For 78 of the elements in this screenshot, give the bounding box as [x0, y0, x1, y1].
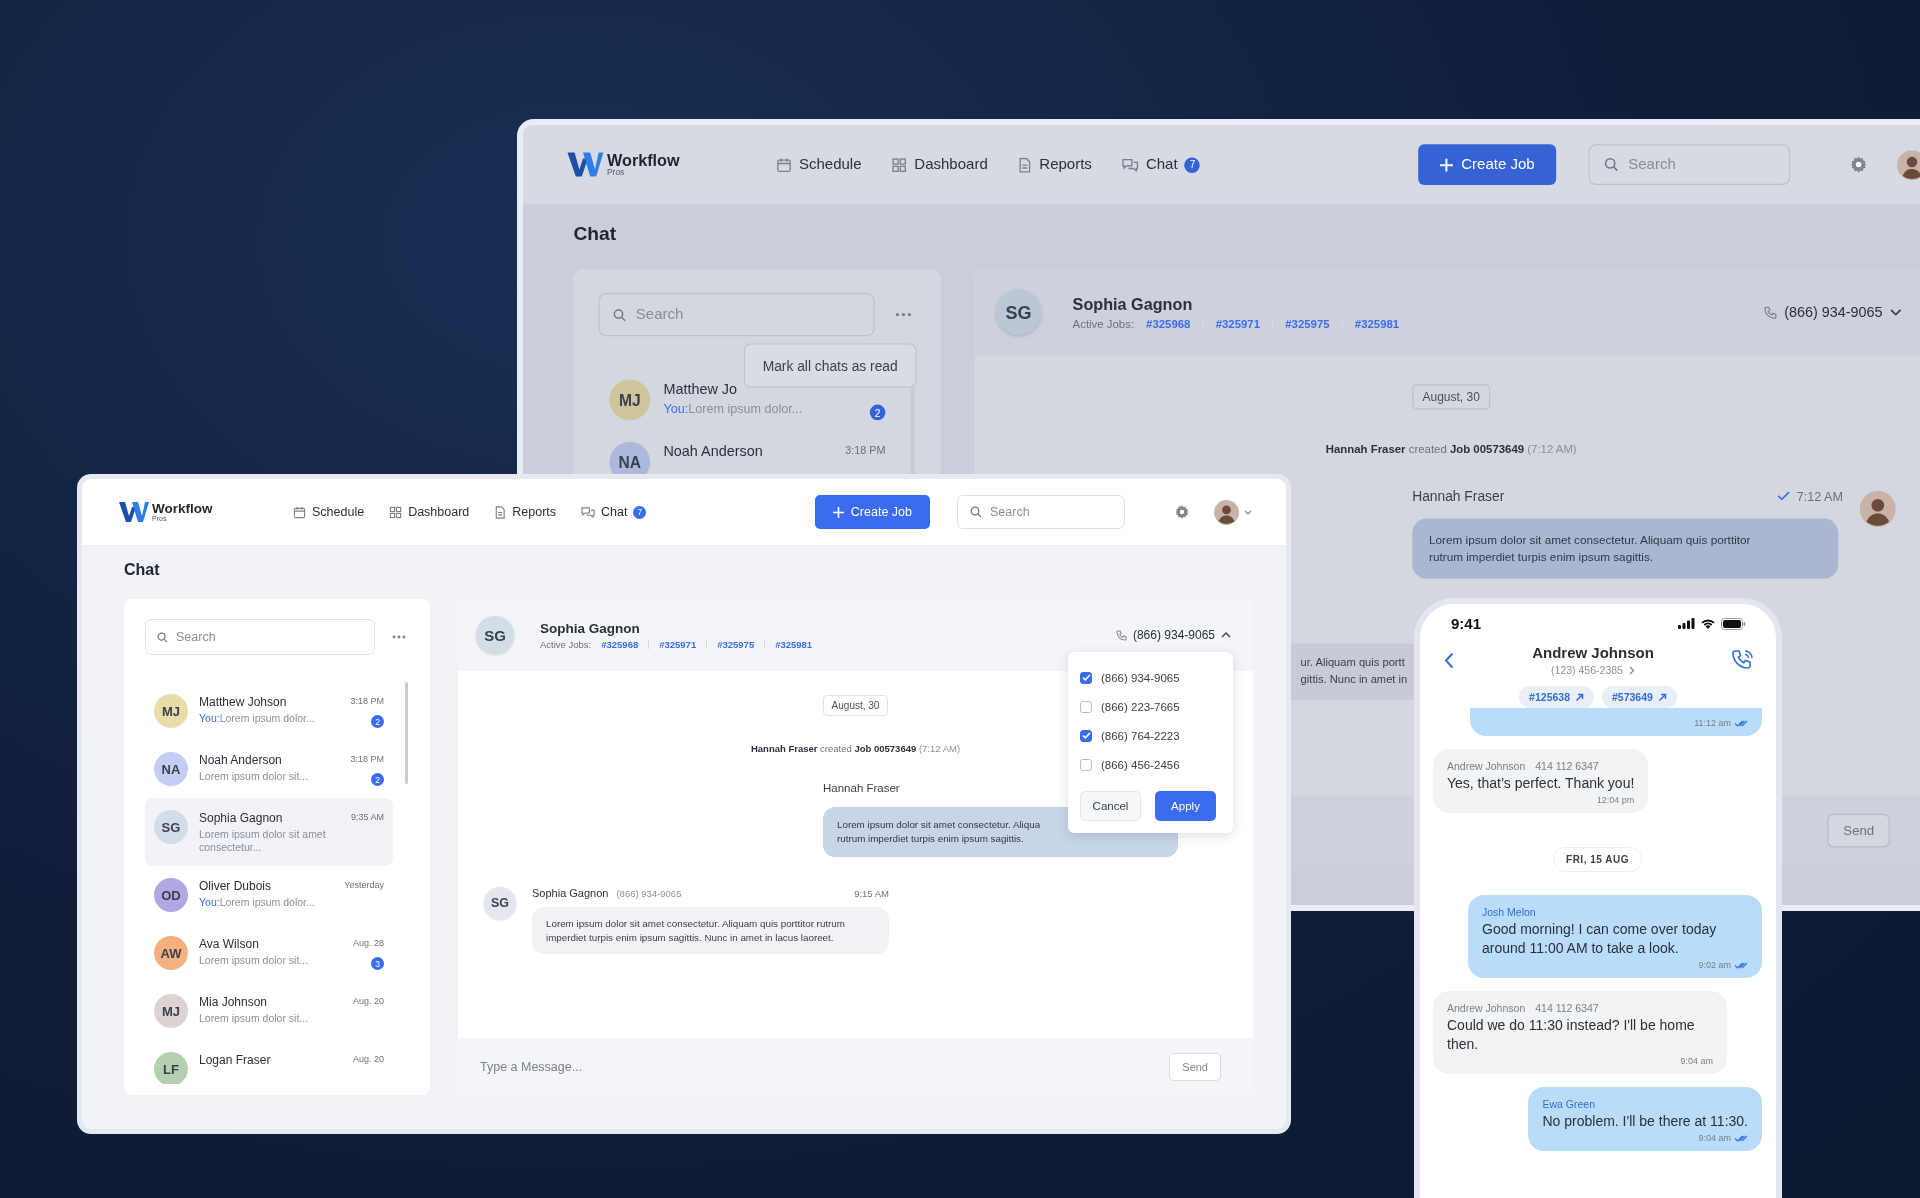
message-preview: Lorem ipsum dolor sit... — [199, 1012, 310, 1025]
contact-name: Matthew Johson — [199, 695, 288, 709]
contact-avatar: SG — [995, 289, 1042, 335]
sender-name: Josh Melon — [1482, 906, 1537, 918]
contact-avatar: NA — [609, 441, 651, 475]
contact-avatar: SG — [154, 810, 188, 844]
page-title: Chat — [124, 560, 161, 580]
contact-avatar: MJ — [154, 694, 188, 728]
contact-avatar: SG — [476, 616, 514, 654]
message-time: 3:18 PM — [350, 696, 384, 706]
page-title: Chat — [573, 222, 618, 246]
unread-badge: 3 — [371, 957, 384, 970]
contact-name: Ava Wilson — [199, 937, 260, 951]
active-jobs-label: Active Jobs: — [540, 638, 592, 650]
contact-name: Noah Anderson — [663, 443, 764, 460]
message-time: 9:02 am — [1698, 960, 1748, 970]
message-preview: You:Lorem ipsum dolor... — [199, 712, 316, 725]
activity-event: Hannah Fraser created Job 00573649 (7:12 AM) — [749, 742, 962, 756]
sender-name: Hannah Fraser — [823, 782, 900, 794]
sender-name: Sophia Gagnon — [532, 887, 609, 899]
message-time: 12:04 pm — [1596, 795, 1635, 805]
message-preview: You:Lorem ipsum dolor... — [663, 401, 804, 417]
message-bubble: Lorem ipsum dolor sit amet consectetur. Aliquam quis porttitor rutrum imperdiet turpis enim ipsum sagittis. — [1412, 518, 1839, 579]
count-badge: 7 — [1184, 156, 1201, 173]
activity-event: Hannah Fraser created Job 00573649 (7:12 AM) — [1324, 440, 1578, 457]
contact-avatar: OD — [154, 878, 188, 912]
sender-name: Andrew Johnson 414 112 6347 — [1447, 760, 1600, 772]
message-time: Yesterday — [344, 880, 384, 890]
brand-subtitle: Pros — [607, 168, 626, 177]
unread-badge: 2 — [371, 773, 384, 786]
message-time: 9:04 am — [1698, 1133, 1748, 1143]
unread-badge: 2 — [371, 715, 384, 728]
message-preview: You:Lorem ipsum dolor... — [199, 896, 316, 909]
message-text: Could we do 11:30 instead? I'll be home then. — [1447, 1016, 1696, 1054]
contact-avatar: SG — [484, 887, 516, 919]
contact-avatar: LF — [154, 1052, 188, 1084]
brand-name: Workflow — [152, 501, 213, 516]
date-separator: August, 30 — [822, 695, 889, 716]
message-preview: Lorem ipsum dolor sit... — [199, 770, 310, 783]
status-time: 9:41 — [1451, 615, 1482, 632]
count-badge: 7 — [633, 505, 647, 519]
contact-avatar: MJ — [154, 994, 188, 1028]
message-text: Yes, that’s perfect. Thank you! — [1447, 774, 1635, 793]
message-time: 9:35 AM — [350, 812, 384, 822]
message-bubble: Lorem ipsum dolor sit amet consectetur. Aliquam quis porttitor rutrum imperdiet turpis enim ipsum sagittis. Nunc in amet in lacus laoreet. — [532, 907, 889, 954]
contact-avatar: AW — [154, 936, 188, 970]
sender-name: Ewa Green — [1542, 1098, 1596, 1110]
contact-name: Noah Anderson — [199, 753, 283, 767]
message-text: Good morning! I can come over today around 11:00 AM to take a look. — [1482, 920, 1718, 958]
contact-name: Andrew Johnson — [1532, 644, 1654, 661]
message-time: 9:04 am — [1680, 1056, 1713, 1066]
contact-name: Oliver Dubois — [199, 879, 273, 893]
contact-name: Logan Fraser — [199, 1053, 272, 1067]
message-preview: Lorem ipsum dolor sit amet consectetur... — [199, 828, 327, 854]
brand-name: Workflow — [607, 152, 680, 169]
contact-avatar: NA — [154, 752, 188, 786]
contact-name: Sophia Gagnon — [540, 620, 641, 636]
message-time: Aug. 20 — [352, 1054, 384, 1064]
message-time: 3:18 PM — [845, 444, 886, 457]
sender-name: Hannah Fraser — [1412, 488, 1505, 503]
contact-name: Sophia Gagnon — [199, 811, 284, 825]
message-preview: Lorem ipsum dolor sit... — [199, 954, 310, 967]
sender-phone: (866) 934-9065 — [616, 888, 682, 899]
contact-avatar: MJ — [609, 379, 651, 421]
message-time: 11:12 am — [1694, 718, 1748, 728]
active-jobs-label: Active Jobs: — [1072, 316, 1135, 330]
message-time: 7:12 AM — [1796, 488, 1843, 503]
contact-name: Matthew Jo — [663, 380, 739, 398]
message-time: 9:15 AM — [854, 888, 889, 899]
date-separator: FRI, 15 AUG — [1553, 847, 1642, 872]
message-time: Aug. 20 — [352, 996, 384, 1006]
sender-name: Andrew Johnson 414 112 6347 — [1447, 1002, 1600, 1014]
message-time: Aug. 28 — [352, 938, 384, 948]
contact-name: Mia Johnson — [199, 995, 269, 1009]
unread-badge: 2 — [869, 404, 886, 421]
message-text: No problem. I'll be there at 11:30. — [1542, 1112, 1748, 1131]
message-time: 3:18 PM — [350, 754, 384, 764]
contact-name: Sophia Gagnon — [1072, 294, 1194, 313]
